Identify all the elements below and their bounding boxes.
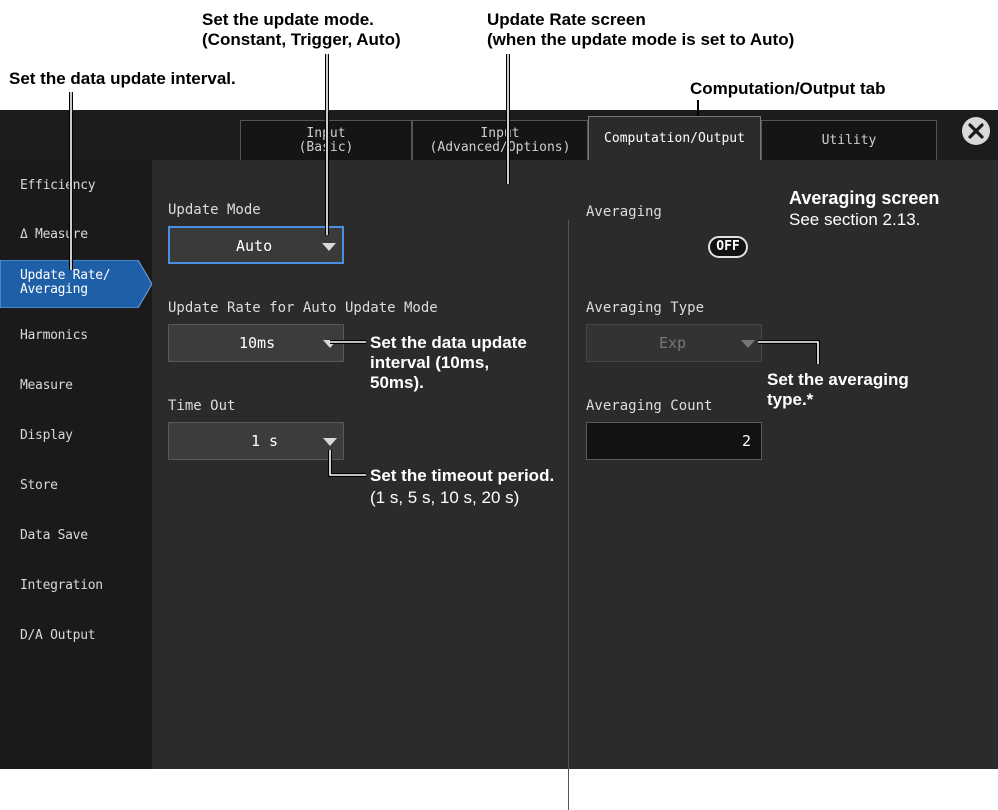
sidebar-item-measure[interactable]: Measure bbox=[20, 378, 73, 393]
chevron-down-icon bbox=[323, 438, 337, 446]
tab-label: Computation/Output bbox=[604, 130, 745, 146]
sidebar-item-efficiency[interactable]: Efficiency bbox=[20, 178, 96, 193]
annotation-computation-output-tab: Computation/Output tab bbox=[690, 79, 886, 98]
averaging-type-value: Exp bbox=[659, 334, 687, 352]
averaging-type-label: Averaging Type bbox=[586, 300, 705, 316]
update-mode-dropdown[interactable]: Auto bbox=[168, 226, 344, 264]
sidebar-item-harmonics[interactable]: Harmonics bbox=[20, 328, 88, 343]
update-rate-dropdown[interactable]: 10ms bbox=[168, 324, 344, 362]
tab-label: Input bbox=[306, 125, 346, 141]
update-rate-value: 10ms bbox=[239, 334, 276, 352]
column-divider bbox=[568, 220, 569, 810]
chevron-down-icon bbox=[741, 340, 755, 348]
update-mode-label: Update Mode bbox=[168, 202, 261, 218]
tab-bar: Input (Basic) Input (Advanced/Options) C… bbox=[0, 110, 998, 160]
averaging-count-label: Averaging Count bbox=[586, 398, 713, 414]
averaging-toggle[interactable]: OFF bbox=[708, 236, 748, 258]
timeout-value: 1 s bbox=[251, 432, 279, 450]
close-icon bbox=[968, 123, 984, 139]
chevron-down-icon bbox=[323, 340, 337, 348]
annotation-averaging-screen-title: Averaging screen bbox=[789, 188, 940, 208]
annotation-averaging-type-callout: Set the averaging type.* bbox=[767, 370, 909, 410]
annotation-line: (when the update mode is set to Auto) bbox=[487, 30, 795, 49]
tab-sublabel: (Advanced/Options) bbox=[429, 139, 571, 155]
sidebar-item-integration[interactable]: Integration bbox=[20, 578, 103, 593]
close-button[interactable] bbox=[962, 117, 990, 145]
tab-sublabel: (Basic) bbox=[298, 139, 354, 155]
annotation-line: type.* bbox=[767, 390, 814, 409]
annotation-timeout-callout: Set the timeout period. bbox=[370, 466, 555, 485]
annotation-line: 50ms). bbox=[370, 373, 424, 392]
annotation-data-update-interval: Set the data update interval. bbox=[9, 69, 236, 88]
sidebar-item-display[interactable]: Display bbox=[20, 428, 73, 443]
annotation-line: (Constant, Trigger, Auto) bbox=[202, 30, 401, 49]
averaging-label: Averaging bbox=[586, 204, 662, 220]
annotation-line: interval (10ms, bbox=[370, 353, 490, 372]
tab-utility[interactable]: Utility bbox=[761, 120, 937, 160]
timeout-dropdown[interactable]: 1 s bbox=[168, 422, 344, 460]
update-rate-label: Update Rate for Auto Update Mode bbox=[168, 300, 438, 316]
annotation-line: Set the averaging bbox=[767, 370, 909, 389]
sidebar-item-delta-measure[interactable]: Δ Measure bbox=[20, 227, 88, 242]
tab-input-advanced[interactable]: Input (Advanced/Options) bbox=[412, 120, 588, 160]
annotation-update-rate-screen: Update Rate screen (when the update mode… bbox=[487, 10, 794, 50]
sidebar-item-store[interactable]: Store bbox=[20, 478, 58, 493]
tab-input-basic[interactable]: Input (Basic) bbox=[240, 120, 412, 160]
annotation-timeout-values: (1 s, 5 s, 10 s, 20 s) bbox=[370, 488, 520, 507]
instrument-screen: Input (Basic) Input (Advanced/Options) C… bbox=[0, 110, 998, 810]
annotation-interval-callout: Set the data update interval (10ms, 50ms… bbox=[370, 333, 527, 393]
sidebar-item-label: Update Rate/ bbox=[20, 268, 111, 283]
averaging-type-dropdown[interactable]: Exp bbox=[586, 324, 762, 362]
annotation-line: Set the update mode. bbox=[202, 10, 374, 29]
sidebar-item-update-rate-averaging[interactable]: Update Rate/ Averaging bbox=[0, 260, 152, 308]
main-panel: Update Mode Auto Update Rate for Auto Up… bbox=[152, 160, 998, 810]
tab-computation-output[interactable]: Computation/Output bbox=[588, 116, 761, 160]
update-mode-value: Auto bbox=[236, 237, 273, 255]
annotation-line: Set the data update bbox=[370, 333, 527, 352]
annotation-update-mode: Set the update mode. (Constant, Trigger,… bbox=[202, 10, 401, 50]
sidebar-item-da-output[interactable]: D/A Output bbox=[20, 628, 96, 643]
sidebar-item-data-save[interactable]: Data Save bbox=[20, 528, 88, 543]
tab-label: Input bbox=[480, 125, 520, 141]
sidebar: Efficiency Δ Measure Update Rate/ Averag… bbox=[0, 160, 152, 769]
annotation-line: Update Rate screen bbox=[487, 10, 646, 29]
averaging-count-input[interactable]: 2 bbox=[586, 422, 762, 460]
chevron-down-icon bbox=[322, 243, 336, 251]
sidebar-item-label: Averaging bbox=[20, 282, 88, 297]
annotation-averaging-screen-ref: See section 2.13. bbox=[789, 210, 921, 229]
timeout-label: Time Out bbox=[168, 398, 236, 414]
tab-label: Utility bbox=[821, 132, 877, 148]
